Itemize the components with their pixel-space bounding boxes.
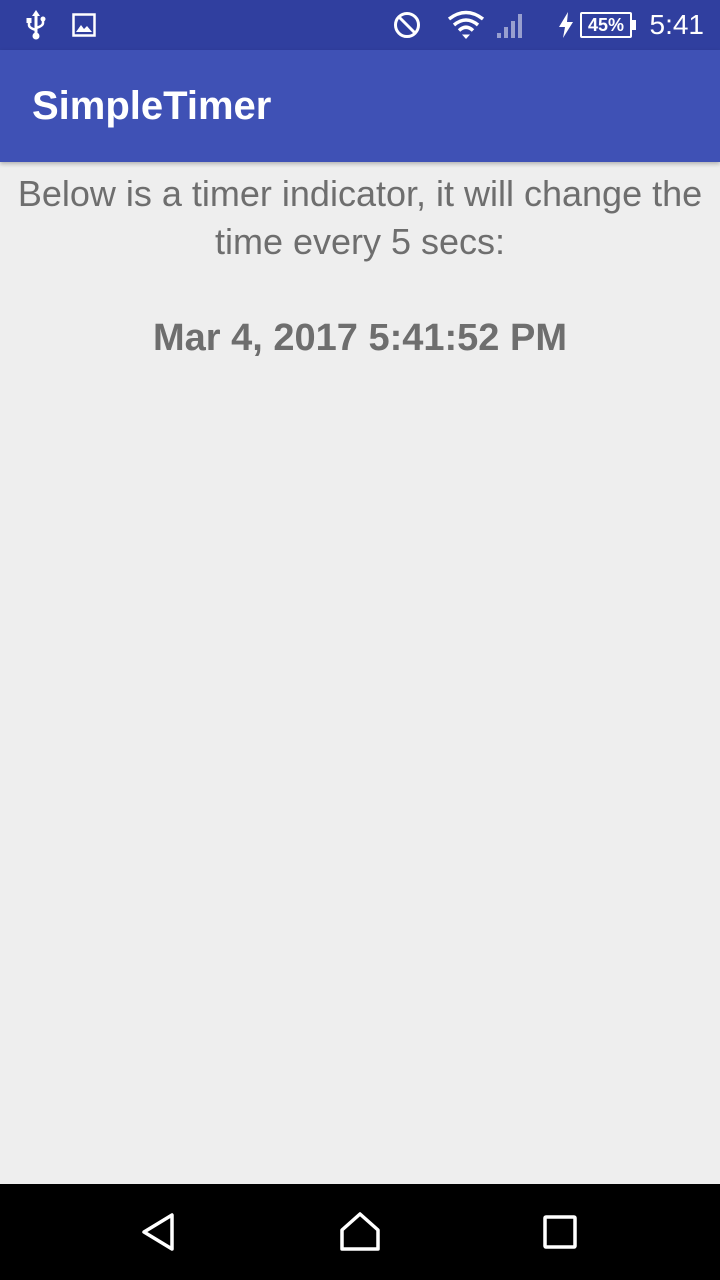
cell-signal-icon bbox=[494, 0, 528, 50]
recents-icon bbox=[543, 1215, 577, 1249]
recents-button[interactable] bbox=[500, 1184, 620, 1280]
wifi-icon bbox=[446, 0, 486, 50]
main-content: Below is a timer indicator, it will chan… bbox=[0, 162, 720, 362]
status-clock: 5:41 bbox=[649, 9, 705, 40]
home-button[interactable] bbox=[300, 1184, 420, 1280]
status-bar: 45% 5:41 bbox=[0, 0, 720, 50]
battery-cap bbox=[632, 20, 636, 30]
battery-icon: 45% bbox=[580, 12, 636, 38]
back-button[interactable] bbox=[100, 1184, 220, 1280]
charging-icon bbox=[556, 0, 576, 50]
timer-value: Mar 4, 2017 5:41:52 PM bbox=[152, 317, 567, 359]
app-bar: SimpleTimer bbox=[0, 50, 720, 162]
timer-description: Below is a timer indicator, it will chan… bbox=[17, 173, 703, 262]
image-icon bbox=[70, 0, 98, 50]
battery-percent: 45% bbox=[580, 12, 632, 38]
back-icon bbox=[142, 1213, 174, 1251]
do-not-disturb-icon bbox=[392, 0, 422, 50]
home-icon bbox=[340, 1212, 380, 1251]
screen: 45% 5:41 SimpleTimer Below is a timer in… bbox=[0, 0, 720, 1280]
app-title: SimpleTimer bbox=[32, 83, 272, 128]
navigation-bar bbox=[0, 1184, 720, 1280]
usb-icon bbox=[22, 0, 50, 50]
